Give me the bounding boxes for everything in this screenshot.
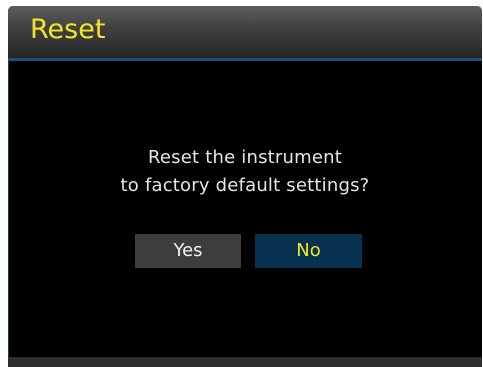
dialog-message-line-2: to factory default settings? [120, 175, 370, 196]
dialog-message-line-1: Reset the instrument [148, 147, 342, 168]
reset-dialog: Reset Reset the instrument to factory de… [8, 6, 482, 367]
no-button[interactable]: No [255, 234, 362, 268]
bottom-bar [8, 357, 482, 367]
dialog-title-bar: Reset [8, 6, 482, 58]
yes-button[interactable]: Yes [135, 234, 241, 268]
dialog-body [8, 61, 482, 357]
dialog-title: Reset [30, 14, 106, 45]
